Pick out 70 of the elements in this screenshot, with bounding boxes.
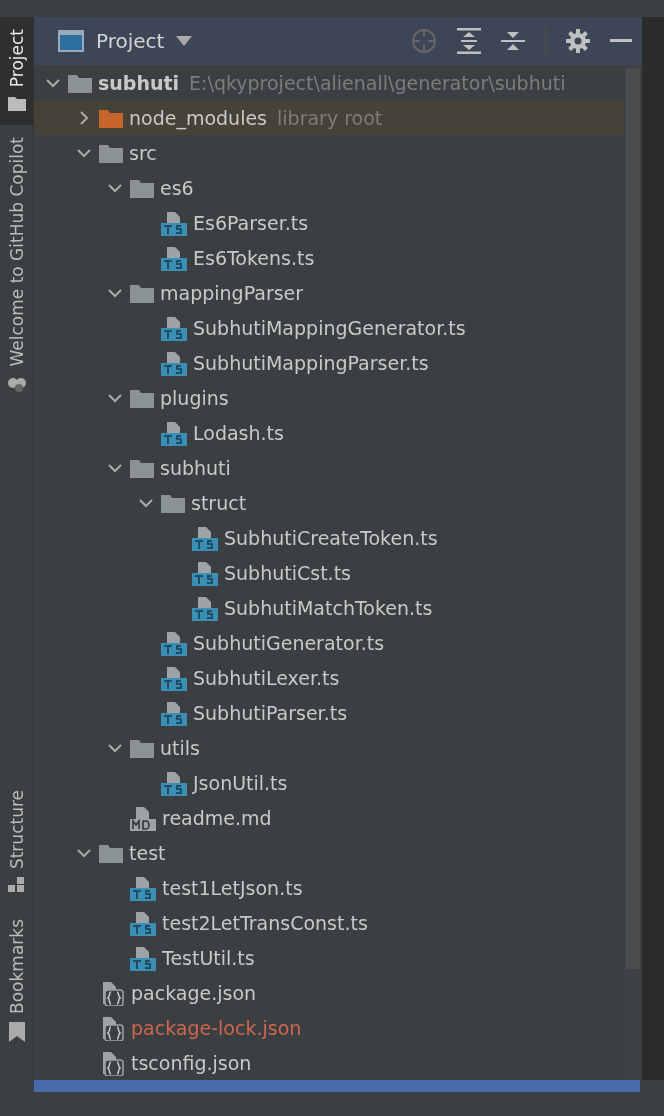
folder-icon xyxy=(99,842,123,863)
tree-item-label[interactable]: SubhutiCreateToken.ts xyxy=(224,526,438,549)
tree-item-label[interactable]: Lodash.ts xyxy=(193,421,284,444)
dropdown-caret-icon[interactable] xyxy=(176,36,193,46)
tree-item-label[interactable]: tsconfig.json xyxy=(131,1051,252,1074)
side-tool-tab[interactable]: Bookmarks xyxy=(0,907,33,1056)
tree-item-label[interactable]: subhuti xyxy=(98,71,180,94)
minimize-icon[interactable] xyxy=(610,39,632,43)
markdown-file-icon xyxy=(130,804,156,831)
typescript-file-icon xyxy=(192,559,218,586)
tree-item-label[interactable]: mappingParser xyxy=(160,281,304,304)
tree-item-label[interactable]: es6 xyxy=(160,176,194,199)
highlighted-tree-row[interactable]: node_modules library root xyxy=(34,100,624,135)
typescript-file-icon xyxy=(161,349,187,376)
folder-icon xyxy=(99,142,123,163)
settings-icon[interactable] xyxy=(566,29,590,53)
typescript-file-icon xyxy=(161,419,187,446)
tree-item-label[interactable]: SubhutiParser.ts xyxy=(193,701,348,724)
typescript-file-icon xyxy=(192,524,218,551)
folder-icon xyxy=(130,737,154,758)
folder-icon xyxy=(130,457,154,478)
typescript-file-icon xyxy=(161,769,187,796)
tree-item-label[interactable]: test2LetTransConst.ts xyxy=(162,911,368,934)
folder-icon xyxy=(99,107,123,128)
tree-item-label[interactable]: SubhutiMatchToken.ts xyxy=(224,596,433,619)
typescript-file-icon xyxy=(161,664,187,691)
tree-item-label[interactable]: subhuti xyxy=(160,456,231,479)
structure-icon xyxy=(7,877,26,893)
tree-item-label[interactable]: TestUtil.ts xyxy=(162,946,255,969)
tree-item-label[interactable]: utils xyxy=(160,736,200,759)
folder-icon xyxy=(130,387,154,408)
tree-item-label[interactable]: SubhutiMappingParser.ts xyxy=(193,351,429,374)
tree-item-label[interactable]: node_modules xyxy=(129,106,268,129)
tree-item-label[interactable]: SubhutiLexer.ts xyxy=(193,666,340,689)
tree-item-label[interactable]: SubhutiGenerator.ts xyxy=(193,631,385,654)
tree-item-hint: library root xyxy=(277,106,383,129)
project-window-icon xyxy=(58,30,84,52)
side-tool-tab[interactable]: Project xyxy=(0,17,33,126)
tree-item-label[interactable]: test xyxy=(129,841,166,864)
tree-item-label[interactable]: src xyxy=(129,141,157,164)
folder-icon xyxy=(130,177,154,198)
bookmark-icon xyxy=(8,1022,25,1042)
tree-item-label[interactable]: plugins xyxy=(160,386,229,409)
typescript-file-icon xyxy=(161,699,187,726)
tree-item-label[interactable]: SubhutiCst.ts xyxy=(224,561,351,584)
typescript-file-icon xyxy=(130,874,156,901)
folder-icon xyxy=(68,72,92,93)
typescript-file-icon xyxy=(192,594,218,621)
typescript-file-icon xyxy=(161,629,187,656)
typescript-file-icon xyxy=(130,909,156,936)
tree-item-label[interactable]: JsonUtil.ts xyxy=(193,771,288,794)
side-tool-tab[interactable]: Welcome to GitHub Copilot xyxy=(0,125,33,407)
folder-icon xyxy=(7,95,26,112)
tree-item-label[interactable]: Es6Tokens.ts xyxy=(193,246,315,269)
typescript-file-icon xyxy=(161,244,187,271)
tree-item-hint: E:\qkyproject\alienall\generator\subhuti xyxy=(189,71,566,94)
panel-title[interactable]: Project xyxy=(96,29,165,53)
folder-icon xyxy=(130,282,154,303)
expand-all-icon[interactable] xyxy=(457,28,481,54)
tree-item-label[interactable]: SubhutiMappingGenerator.ts xyxy=(193,316,466,339)
typescript-file-icon xyxy=(130,944,156,971)
tree-item-label[interactable]: Es6Parser.ts xyxy=(193,211,309,234)
typescript-file-icon xyxy=(161,209,187,236)
tree-item-label[interactable]: struct xyxy=(191,491,247,514)
side-tool-tab[interactable]: Structure xyxy=(0,777,33,907)
folder-icon xyxy=(161,492,185,513)
tree-item-label[interactable]: test1LetJson.ts xyxy=(162,876,303,899)
tree-item-label[interactable]: readme.md xyxy=(162,806,272,829)
typescript-file-icon xyxy=(161,314,187,341)
tree-item-label[interactable]: package.json xyxy=(131,981,257,1004)
